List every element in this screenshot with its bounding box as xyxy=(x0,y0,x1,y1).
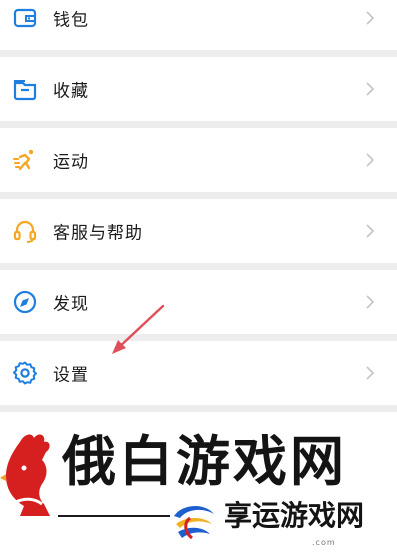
menu-item-label: 设置 xyxy=(53,365,89,386)
watermark-title: 俄白游戏网 xyxy=(62,429,347,493)
menu-item-label: 钱包 xyxy=(53,10,89,31)
menu-item-wallet[interactable]: 钱包 xyxy=(0,0,397,50)
menu-item-favorites[interactable]: 收藏 xyxy=(0,57,397,121)
favorites-box-icon xyxy=(12,76,38,102)
menu-item-discover[interactable]: 发现 xyxy=(0,270,397,334)
chevron-right-icon xyxy=(365,294,375,310)
headset-icon xyxy=(12,218,38,244)
menu-item-support[interactable]: 客服与帮助 xyxy=(0,199,397,263)
rooster-logo-icon xyxy=(0,434,50,516)
chevron-right-icon xyxy=(365,152,375,168)
watermark-banner: 俄白游戏网 享运游戏网 .com xyxy=(0,412,397,555)
menu-item-label: 发现 xyxy=(53,294,89,315)
menu-item-label: 客服与帮助 xyxy=(53,223,143,244)
wallet-icon xyxy=(12,5,38,31)
divider xyxy=(58,515,170,517)
gear-icon xyxy=(12,360,38,386)
chevron-right-icon xyxy=(365,81,375,97)
chevron-right-icon xyxy=(365,223,375,239)
swirl-logo-icon xyxy=(174,505,214,540)
menu-item-sports[interactable]: 运动 xyxy=(0,128,397,192)
menu-item-label: 收藏 xyxy=(53,81,89,102)
running-icon xyxy=(12,147,38,173)
compass-icon xyxy=(12,289,38,315)
menu-item-label: 运动 xyxy=(53,152,89,173)
watermark-domain: .com xyxy=(312,538,336,547)
watermark-subtitle: 享运游戏网 xyxy=(224,499,365,532)
menu-item-settings[interactable]: 设置 xyxy=(0,341,397,405)
chevron-right-icon xyxy=(365,365,375,381)
chevron-right-icon xyxy=(365,10,375,26)
